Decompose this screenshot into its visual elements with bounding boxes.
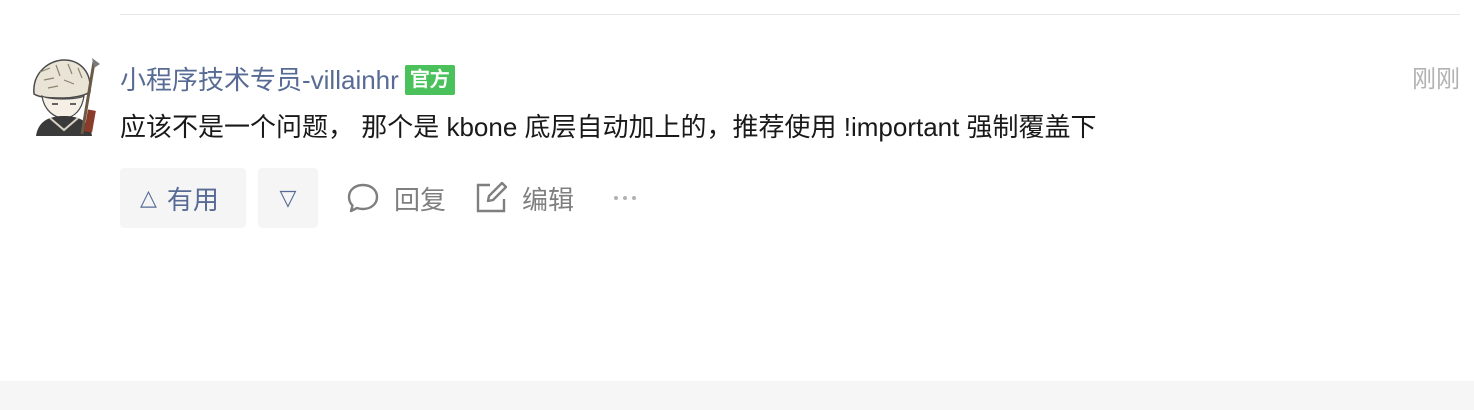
action-bar: △ 有用 ▽ 回复 编辑 [120, 168, 1460, 228]
useful-label: 有用 [166, 184, 219, 215]
official-badge: 官方 [404, 65, 455, 95]
comment-content: 应该不是一个问题， 那个是 kbone 底层自动加上的，推荐使用 !import… [120, 112, 1097, 142]
not-useful-button[interactable]: ▽ [258, 168, 318, 228]
comment-body: 小程序技术专员-villainhr 官方 刚刚 应该不是一个问题， 那个是 kb… [120, 56, 1460, 228]
useful-button[interactable]: △ 有用 [120, 168, 246, 228]
reply-button[interactable]: 回复 [346, 180, 446, 217]
timestamp: 刚刚 [1412, 66, 1460, 93]
divider [120, 14, 1460, 15]
dot [623, 196, 628, 200]
edit-pencil-icon [476, 181, 508, 213]
reply-label: 回复 [394, 184, 447, 215]
edit-label: 编辑 [522, 184, 575, 215]
speech-bubble-icon [347, 183, 379, 213]
avatar[interactable] [20, 56, 100, 136]
downvote-triangle-icon: ▽ [279, 185, 297, 210]
dot [632, 196, 637, 200]
comment-header: 小程序技术专员-villainhr 官方 刚刚 [120, 56, 1460, 104]
author-name[interactable]: 小程序技术专员-villainhr [120, 56, 399, 104]
more-dots-icon[interactable] [614, 196, 637, 200]
upvote-triangle-icon: △ [140, 185, 157, 210]
dot [614, 196, 619, 200]
page: 小程序技术专员-villainhr 官方 刚刚 应该不是一个问题， 那个是 kb… [0, 0, 1474, 410]
avatar-image [20, 56, 100, 136]
comment-item: 小程序技术专员-villainhr 官方 刚刚 应该不是一个问题， 那个是 kb… [20, 56, 1460, 236]
edit-button[interactable]: 编辑 [474, 180, 574, 217]
footer-separator [0, 381, 1474, 410]
